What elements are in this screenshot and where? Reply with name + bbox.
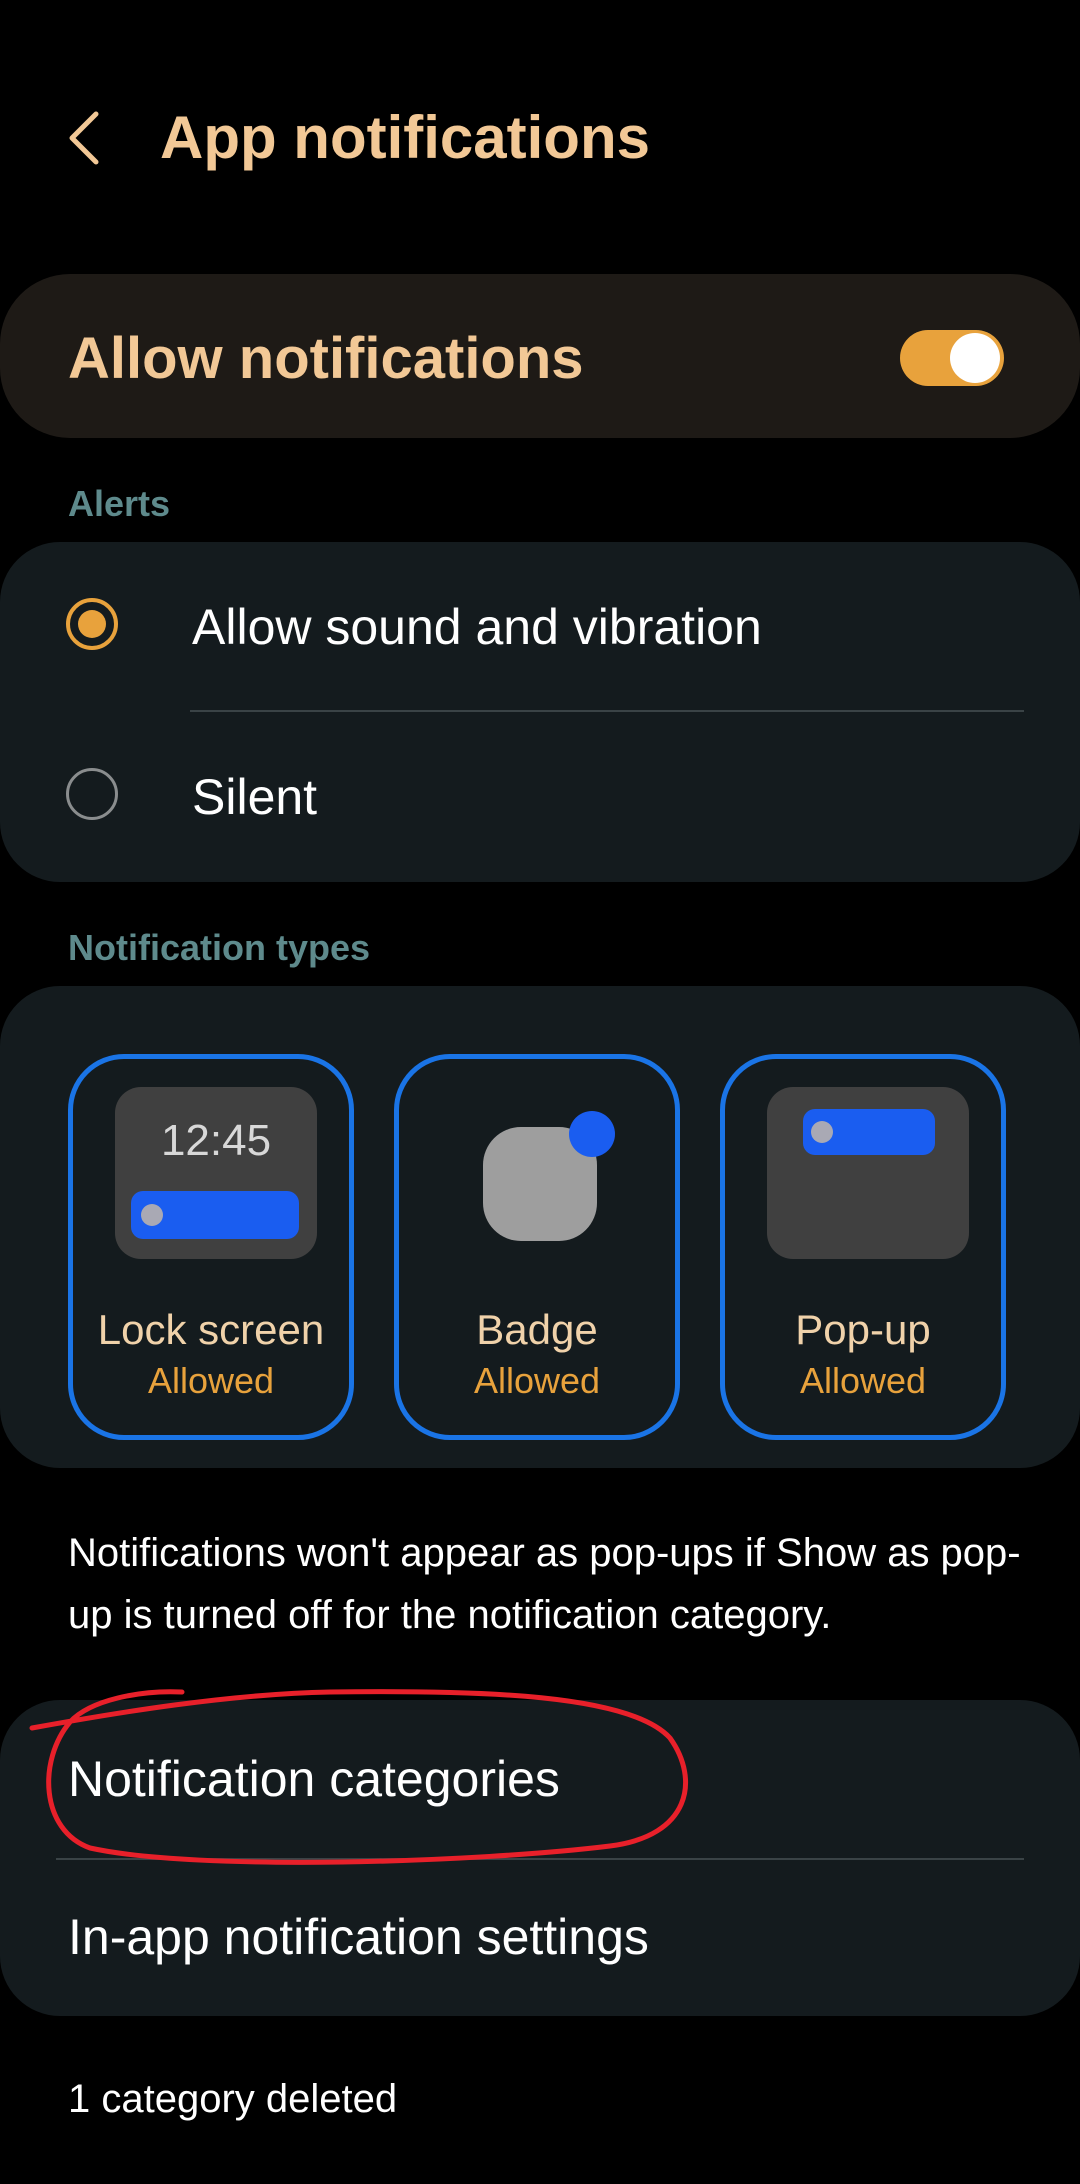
categories-deleted-note: 1 category deleted [68,2077,398,2121]
alert-option-sound-vibration[interactable]: Allow sound and vibration [0,542,1080,712]
lock-screen-preview-icon: 12:45 [115,1087,317,1259]
radio-unselected-icon[interactable] [66,768,118,820]
alert-option-label: Allow sound and vibration [192,599,762,655]
popup-notification-bar [803,1109,935,1155]
alert-option-silent[interactable]: Silent [0,712,1080,882]
notification-type-status: Allowed [799,1360,927,1401]
header: App notifications [0,0,1080,270]
lock-screen-preview-time: 12:45 [160,1116,272,1165]
notification-categories-item[interactable]: Notification categories [0,1700,1080,1858]
popup-preview-icon [767,1087,969,1259]
badge-dot [569,1111,615,1157]
notification-type-status: Allowed [473,1360,601,1401]
in-app-notification-settings-item[interactable]: In-app notification settings [0,1858,1080,2016]
radio-selected-icon[interactable] [66,598,118,650]
notification-dot [141,1204,163,1226]
alerts-section-title: Alerts [68,483,171,524]
notification-dot [811,1121,833,1143]
chevron-left-icon[interactable] [62,108,112,168]
list-item-label: Notification categories [68,1751,560,1807]
alert-option-label: Silent [192,769,318,825]
notification-type-label: Badge [476,1306,598,1353]
settings-list-card: Notification categories In-app notificat… [0,1700,1080,2016]
allow-notifications-row[interactable]: Allow notifications [0,274,1080,438]
notification-type-label: Lock screen [97,1306,325,1353]
allow-notifications-toggle[interactable] [900,330,1004,386]
page-title: App notifications [160,104,650,171]
notification-types-section-title: Notification types [68,927,371,968]
notification-type-status: Allowed [147,1360,275,1401]
notification-type-popup[interactable]: Pop-up Allowed [720,1054,1006,1440]
lock-screen-notification-bar [131,1191,299,1239]
toggle-knob [950,333,1000,383]
notification-type-label: Pop-up [795,1306,931,1353]
allow-notifications-label: Allow notifications [68,326,584,391]
notification-type-badge[interactable]: Badge Allowed [394,1054,680,1440]
popup-info-text: Notifications won't appear as pop-ups if… [68,1531,1021,1637]
notification-types-card: 12:45 Lock screen Allowed Badge Allowed … [0,986,1080,1468]
notification-type-lock-screen[interactable]: 12:45 Lock screen Allowed [68,1054,354,1440]
alerts-card: Allow sound and vibration Silent [0,542,1080,882]
list-item-label: In-app notification settings [68,1909,649,1965]
